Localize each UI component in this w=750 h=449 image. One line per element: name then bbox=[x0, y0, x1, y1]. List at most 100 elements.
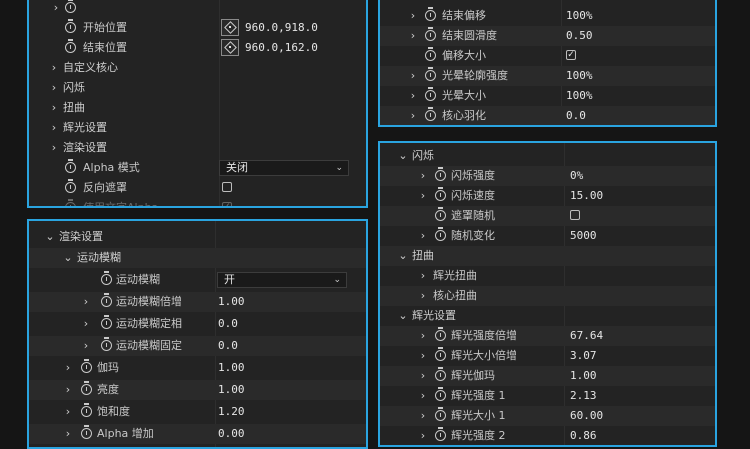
property-row-glow-strength-multiplier[interactable]: › 辉光强度倍增 67.64 bbox=[380, 326, 715, 346]
property-row-invert-mask[interactable]: 反向遮罩 bbox=[29, 178, 366, 198]
group-row-glow-settings[interactable]: ⌄ 辉光设置 bbox=[380, 306, 715, 326]
chevron-right-icon[interactable]: › bbox=[418, 326, 428, 346]
chevron-right-icon[interactable]: › bbox=[408, 26, 418, 46]
property-value[interactable]: 2.13 bbox=[570, 386, 597, 406]
property-row-start-position[interactable]: 开始位置 960.0,918.0 bbox=[29, 18, 366, 38]
property-row-alpha-mode[interactable]: Alpha 模式 关闭 ⌄ bbox=[29, 158, 366, 178]
chevron-right-icon[interactable]: › bbox=[408, 86, 418, 106]
chevron-right-icon[interactable]: › bbox=[81, 336, 91, 356]
property-value[interactable]: 1.00 bbox=[218, 292, 245, 312]
stopwatch-icon[interactable] bbox=[435, 427, 446, 441]
property-value[interactable]: 1.00 bbox=[218, 358, 245, 378]
property-value[interactable]: 67.64 bbox=[570, 326, 603, 346]
chevron-right-icon[interactable]: › bbox=[418, 286, 428, 306]
mask-random-checkbox[interactable] bbox=[570, 210, 580, 220]
chevron-right-icon[interactable]: › bbox=[63, 424, 73, 444]
stopwatch-icon[interactable] bbox=[81, 403, 92, 417]
chevron-down-icon[interactable]: ⌄ bbox=[398, 246, 408, 266]
stopwatch-icon[interactable] bbox=[101, 315, 112, 329]
property-row-end-position[interactable]: 结束位置 960.0,162.0 bbox=[29, 38, 366, 58]
chevron-right-icon[interactable]: › bbox=[418, 366, 428, 386]
property-row-mask-random[interactable]: 遮罩随机 bbox=[380, 206, 715, 226]
chevron-right-icon[interactable]: › bbox=[49, 78, 59, 98]
property-row-flicker-speed[interactable]: › 闪烁速度 15.00 bbox=[380, 186, 715, 206]
stopwatch-icon[interactable] bbox=[435, 407, 446, 421]
stopwatch-icon[interactable] bbox=[435, 327, 446, 341]
invert-mask-checkbox[interactable] bbox=[222, 182, 232, 192]
property-row-core-feather[interactable]: › 核心羽化 0.0 bbox=[380, 106, 715, 125]
chevron-right-icon[interactable]: › bbox=[408, 66, 418, 86]
motion-blur-dropdown[interactable]: 开 ⌄ bbox=[217, 272, 347, 288]
property-row-motion-blur-fixed[interactable]: › 运动模糊固定 0.0 bbox=[29, 336, 366, 356]
group-row-render-settings[interactable]: ⌄ 渲染设置 bbox=[29, 227, 366, 247]
property-row-gamma[interactable]: › 伽玛 1.00 bbox=[29, 358, 366, 378]
property-row-flicker-strength[interactable]: › 闪烁强度 0% bbox=[380, 166, 715, 186]
property-row-end-roundness[interactable]: › 结束圆滑度 0.50 bbox=[380, 26, 715, 46]
property-value[interactable]: 1.20 bbox=[218, 402, 245, 422]
chevron-right-icon[interactable]: › bbox=[51, 0, 61, 18]
group-row-flicker[interactable]: ⌄ 闪烁 bbox=[380, 146, 715, 166]
chevron-right-icon[interactable]: › bbox=[81, 292, 91, 312]
stopwatch-icon[interactable] bbox=[65, 19, 76, 33]
stopwatch-icon[interactable] bbox=[435, 367, 446, 381]
group-row-motion-blur[interactable]: ⌄ 运动模糊 bbox=[29, 248, 366, 268]
position-value[interactable]: 960.0,918.0 bbox=[245, 18, 318, 38]
stopwatch-icon[interactable] bbox=[425, 7, 436, 21]
stopwatch-icon[interactable] bbox=[435, 387, 446, 401]
stopwatch-icon[interactable] bbox=[81, 359, 92, 373]
property-row-motion-blur[interactable]: 运动模糊 开 ⌄ bbox=[29, 270, 366, 290]
stopwatch-icon[interactable] bbox=[101, 337, 112, 351]
property-row-end-offset[interactable]: › 结束偏移 100% bbox=[380, 6, 715, 26]
chevron-right-icon[interactable]: › bbox=[81, 314, 91, 334]
offset-size-checkbox[interactable]: ✓ bbox=[566, 50, 576, 60]
position-target-icon[interactable] bbox=[221, 39, 239, 56]
property-row-glow-size-multiplier[interactable]: › 辉光大小倍增 3.07 bbox=[380, 346, 715, 366]
stopwatch-icon[interactable] bbox=[101, 293, 112, 307]
stopwatch-icon[interactable] bbox=[65, 39, 76, 53]
stopwatch-icon[interactable] bbox=[65, 179, 76, 193]
property-row-glow-gamma[interactable]: › 辉光伽玛 1.00 bbox=[380, 366, 715, 386]
group-row-flicker[interactable]: › 闪烁 bbox=[29, 78, 366, 98]
stopwatch-icon[interactable] bbox=[435, 167, 446, 181]
property-row-offset-size[interactable]: 偏移大小 ✓ bbox=[380, 46, 715, 66]
property-value[interactable]: 60.00 bbox=[570, 406, 603, 426]
property-value[interactable]: 1.00 bbox=[570, 366, 597, 386]
group-row-render-settings[interactable]: › 渲染设置 bbox=[29, 138, 366, 158]
chevron-right-icon[interactable]: › bbox=[408, 6, 418, 26]
chevron-right-icon[interactable]: › bbox=[418, 346, 428, 366]
property-row-brightness[interactable]: › 亮度 1.00 bbox=[29, 380, 366, 400]
property-row-glow-strength-1[interactable]: › 辉光强度 1 2.13 bbox=[380, 386, 715, 406]
stopwatch-icon[interactable] bbox=[81, 425, 92, 439]
group-row-core-distort[interactable]: › 核心扭曲 bbox=[380, 286, 715, 306]
stopwatch-icon[interactable] bbox=[425, 47, 436, 61]
chevron-right-icon[interactable]: › bbox=[418, 166, 428, 186]
property-value[interactable]: 100% bbox=[566, 6, 593, 26]
property-value[interactable]: 0.0 bbox=[218, 336, 238, 356]
group-row-distort[interactable]: ⌄ 扭曲 bbox=[380, 246, 715, 266]
stopwatch-icon[interactable] bbox=[425, 27, 436, 41]
chevron-right-icon[interactable]: › bbox=[63, 402, 73, 422]
property-value[interactable]: 1.00 bbox=[218, 380, 245, 400]
chevron-down-icon[interactable]: ⌄ bbox=[398, 306, 408, 326]
property-row-halo-outline-strength[interactable]: › 光晕轮廓强度 100% bbox=[380, 66, 715, 86]
property-row-partial[interactable]: › bbox=[29, 0, 366, 18]
alpha-mode-dropdown[interactable]: 关闭 ⌄ bbox=[219, 160, 349, 176]
chevron-right-icon[interactable]: › bbox=[418, 186, 428, 206]
property-value[interactable]: 0.0 bbox=[566, 106, 586, 125]
property-row-motion-blur-phase[interactable]: › 运动模糊定相 0.0 bbox=[29, 314, 366, 334]
property-value[interactable]: 100% bbox=[566, 66, 593, 86]
chevron-right-icon[interactable]: › bbox=[418, 386, 428, 406]
property-value[interactable]: 0.86 bbox=[570, 426, 597, 445]
property-row-motion-blur-multiplier[interactable]: › 运动模糊倍增 1.00 bbox=[29, 292, 366, 312]
stopwatch-icon[interactable] bbox=[65, 159, 76, 173]
property-value[interactable]: 15.00 bbox=[570, 186, 603, 206]
stopwatch-icon[interactable] bbox=[435, 207, 446, 221]
chevron-right-icon[interactable]: › bbox=[49, 58, 59, 78]
chevron-right-icon[interactable]: › bbox=[63, 358, 73, 378]
property-value[interactable]: 0.00 bbox=[218, 424, 245, 444]
group-row-glow-settings[interactable]: › 辉光设置 bbox=[29, 118, 366, 138]
group-row-glow-distort[interactable]: › 辉光扭曲 bbox=[380, 266, 715, 286]
property-row-glow-strength-2[interactable]: › 辉光强度 2 0.86 bbox=[380, 426, 715, 445]
position-value[interactable]: 960.0,162.0 bbox=[245, 38, 318, 58]
chevron-right-icon[interactable]: › bbox=[418, 226, 428, 246]
